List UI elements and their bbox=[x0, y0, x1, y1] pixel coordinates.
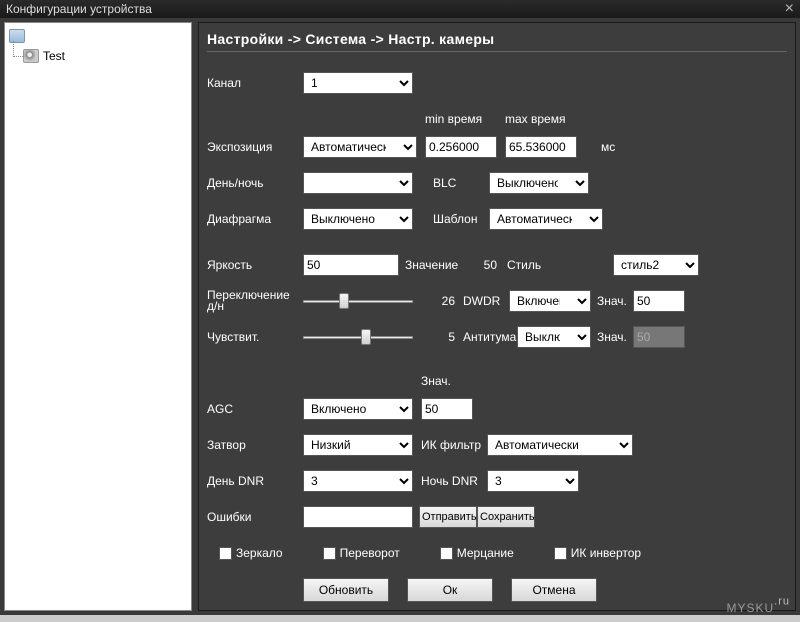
ir-invert-checkbox[interactable]: ИК инвертор bbox=[554, 546, 641, 560]
label-sensitivity: Чувствит. bbox=[207, 330, 303, 344]
style-select[interactable]: стиль2 bbox=[613, 254, 699, 276]
tree-item-test[interactable]: Test bbox=[9, 47, 187, 65]
channel-select[interactable]: 1 bbox=[303, 72, 413, 94]
brightness-input[interactable] bbox=[303, 254, 399, 276]
label-shutter: Затвор bbox=[207, 438, 303, 452]
day-night-select[interactable] bbox=[303, 172, 413, 194]
shutter-select[interactable]: Низкий bbox=[303, 434, 413, 456]
camera-icon bbox=[23, 49, 39, 63]
label-channel: Канал bbox=[207, 76, 303, 90]
window-title: Конфигурации устройства bbox=[6, 2, 152, 16]
close-icon[interactable]: × bbox=[785, 0, 794, 18]
device-root-icon bbox=[9, 29, 25, 43]
dwdr-val-input[interactable] bbox=[633, 290, 685, 312]
label-errors: Ошибки bbox=[207, 510, 303, 524]
day-dnr-select[interactable]: 3 bbox=[303, 470, 413, 492]
config-window: Конфигурации устройства × Test Настройки… bbox=[0, 0, 800, 607]
label-exposure: Экспозиция bbox=[207, 140, 303, 154]
label-min-time: min время bbox=[425, 112, 505, 126]
watermark: MYSKU.ru bbox=[726, 595, 790, 618]
label-day-night: День/ночь bbox=[207, 176, 303, 190]
label-template: Шаблон bbox=[433, 212, 489, 226]
send-button[interactable]: Отправить bbox=[419, 506, 477, 528]
label-dwdr-val: Знач. bbox=[597, 294, 633, 308]
brightness-value: 50 bbox=[465, 258, 497, 272]
errors-input[interactable] bbox=[303, 506, 413, 528]
sensitivity-slider[interactable] bbox=[303, 326, 413, 348]
label-value: Значение bbox=[405, 258, 465, 272]
refresh-button[interactable]: Обновить bbox=[303, 578, 389, 602]
agc-select[interactable]: Включено bbox=[303, 398, 413, 420]
label-brightness: Яркость bbox=[207, 258, 303, 272]
ir-filter-select[interactable]: Автоматически bbox=[487, 434, 633, 456]
tree-root[interactable] bbox=[9, 27, 187, 45]
max-time-input[interactable] bbox=[505, 136, 577, 158]
label-agc: AGC bbox=[207, 402, 303, 416]
label-blc: BLC bbox=[433, 176, 489, 190]
label-night-dnr: Ночь DNR bbox=[421, 474, 487, 488]
switch-dn-slider[interactable] bbox=[303, 290, 413, 312]
night-dnr-select[interactable]: 3 bbox=[487, 470, 579, 492]
main-panel: Настройки -> Система -> Настр. камеры Ка… bbox=[198, 22, 796, 611]
sensitivity-value: 5 bbox=[427, 330, 455, 344]
label-style: Стиль bbox=[507, 258, 557, 272]
template-select[interactable]: Автоматически bbox=[489, 208, 603, 230]
flip-checkbox[interactable]: Переворот bbox=[323, 546, 400, 560]
label-switch-dn: Переключение д/н bbox=[207, 290, 303, 312]
titlebar: Конфигурации устройства × bbox=[0, 0, 800, 18]
label-aperture: Диафрагма bbox=[207, 212, 303, 226]
label-dwdr: DWDR bbox=[463, 294, 509, 308]
min-time-input[interactable] bbox=[425, 136, 497, 158]
antifog-val-input bbox=[633, 326, 685, 348]
label-antifog: Антитума bbox=[463, 330, 517, 344]
cancel-button[interactable]: Отмена bbox=[511, 578, 597, 602]
label-agc-val: Знач. bbox=[421, 374, 451, 388]
switch-dn-value: 26 bbox=[427, 294, 455, 308]
label-max-time: max время bbox=[505, 112, 585, 126]
device-tree: Test bbox=[4, 22, 192, 611]
label-ir-filter: ИК фильтр bbox=[421, 438, 487, 452]
antifog-select[interactable]: Выключен bbox=[517, 326, 591, 348]
label-ms: мс bbox=[601, 140, 615, 154]
dwdr-select[interactable]: Включено bbox=[509, 290, 591, 312]
label-antifog-val: Знач. bbox=[597, 330, 633, 344]
aperture-select[interactable]: Выключено bbox=[303, 208, 413, 230]
exposure-select[interactable]: Автоматически bbox=[303, 136, 417, 158]
agc-val-input[interactable] bbox=[421, 398, 473, 420]
blc-select[interactable]: Выключено bbox=[489, 172, 589, 194]
flicker-checkbox[interactable]: Мерцание bbox=[440, 546, 514, 560]
window-body: Test Настройки -> Система -> Настр. каме… bbox=[0, 18, 800, 615]
mirror-checkbox[interactable]: Зеркало bbox=[219, 546, 283, 560]
tree-item-label: Test bbox=[43, 49, 65, 63]
save-button[interactable]: Сохранить bbox=[477, 506, 535, 528]
camera-settings-form: Канал 1 min время max время Экспозиция А… bbox=[207, 70, 787, 602]
breadcrumb: Настройки -> Система -> Настр. камеры bbox=[207, 29, 787, 52]
ok-button[interactable]: Ок bbox=[407, 578, 493, 602]
label-day-dnr: День DNR bbox=[207, 474, 303, 488]
